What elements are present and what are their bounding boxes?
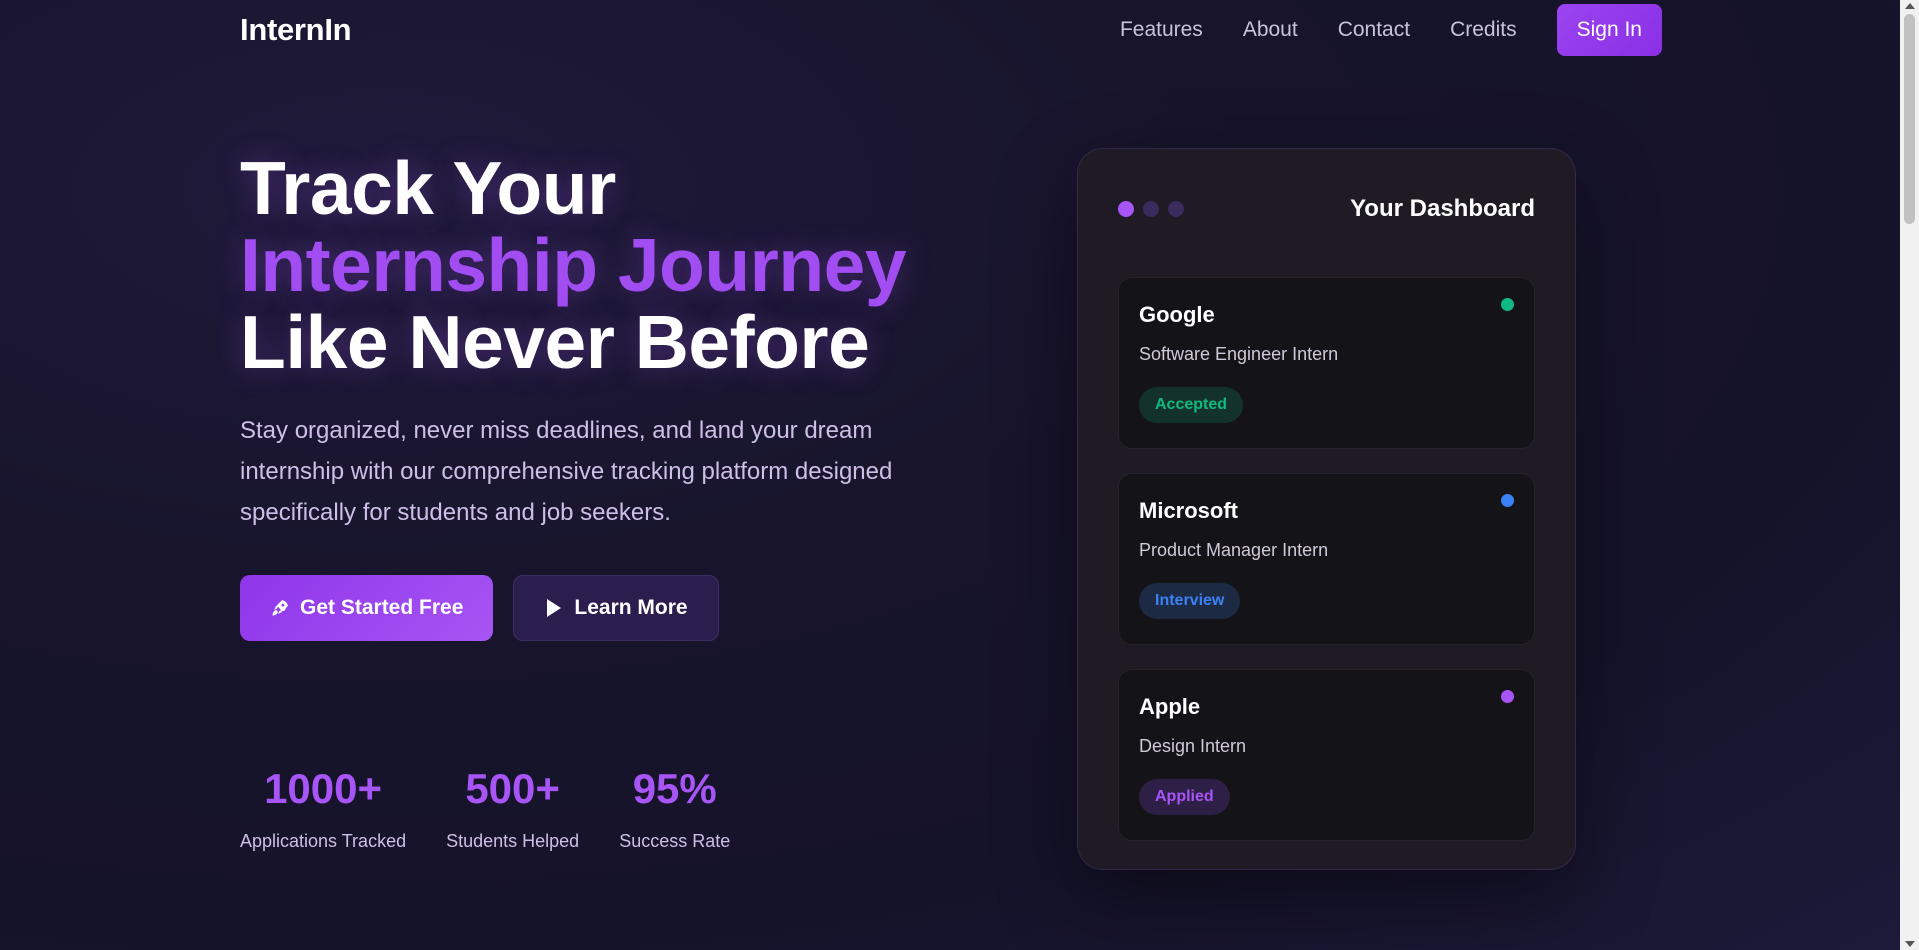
learn-more-button[interactable]: Learn More	[513, 575, 719, 641]
application-card-apple[interactable]: Apple Design Intern Applied	[1118, 669, 1535, 841]
scroll-up-arrow-icon[interactable]	[1905, 3, 1915, 9]
stat-applications: 1000+ Applications Tracked	[240, 765, 406, 852]
stat-value: 500+	[465, 765, 560, 812]
status-dot-icon	[1501, 298, 1514, 311]
scrollbar-thumb[interactable]	[1904, 14, 1915, 224]
company-name: Microsoft	[1139, 498, 1238, 523]
page-scrollbar[interactable]	[1900, 0, 1919, 950]
top-nav: InternIn Features About Contact Credits …	[240, 0, 1662, 60]
hero-title: Track Your Internship Journey Like Never…	[240, 146, 907, 384]
status-badge: Applied	[1139, 779, 1230, 815]
landing-page: InternIn Features About Contact Credits …	[0, 0, 1900, 950]
sign-in-button[interactable]: Sign In	[1556, 4, 1662, 56]
nav-link-credits[interactable]: Credits	[1450, 18, 1517, 42]
window-dot-icon	[1143, 201, 1159, 217]
hero-title-line-2: Internship Journey	[240, 223, 907, 307]
get-started-label: Get Started Free	[300, 596, 464, 619]
stat-success-rate: 95% Success Rate	[619, 765, 730, 852]
stats-row: 1000+ Applications Tracked 500+ Students…	[240, 765, 730, 852]
window-dots	[1118, 201, 1184, 217]
status-dot-icon	[1501, 690, 1514, 703]
nav-link-about[interactable]: About	[1243, 18, 1298, 42]
stat-students: 500+ Students Helped	[446, 765, 579, 852]
role-title: Software Engineer Intern	[1139, 344, 1339, 364]
rocket-icon	[270, 598, 290, 618]
status-badge: Interview	[1139, 583, 1241, 619]
brand-logo[interactable]: InternIn	[240, 12, 352, 48]
nav-link-features[interactable]: Features	[1120, 18, 1203, 42]
hero-title-line-1: Track Your	[240, 146, 616, 230]
application-card-microsoft[interactable]: Microsoft Product Manager Intern Intervi…	[1118, 473, 1535, 645]
hero-description: Stay organized, never miss deadlines, an…	[240, 417, 893, 526]
stat-label: Students Helped	[446, 831, 580, 851]
role-title: Design Intern	[1139, 736, 1247, 756]
application-card-google[interactable]: Google Software Engineer Intern Accepted	[1118, 277, 1535, 449]
play-icon	[544, 598, 564, 618]
stat-value: 1000+	[264, 765, 383, 812]
stat-label: Success Rate	[619, 831, 731, 851]
stat-label: Applications Tracked	[240, 831, 407, 851]
window-dot-icon	[1118, 201, 1134, 217]
learn-more-label: Learn More	[574, 596, 688, 619]
nav-links: Features About Contact Credits Sign In	[1120, 4, 1662, 56]
stat-value: 95%	[632, 765, 717, 812]
scroll-down-arrow-icon[interactable]	[1905, 941, 1915, 947]
window-dot-icon	[1168, 201, 1184, 217]
status-dot-icon	[1501, 494, 1514, 507]
company-name: Google	[1139, 302, 1215, 327]
nav-link-contact[interactable]: Contact	[1338, 18, 1410, 42]
status-badge: Accepted	[1139, 387, 1244, 423]
dashboard-title: Your Dashboard	[1350, 195, 1535, 222]
get-started-button[interactable]: Get Started Free	[240, 575, 494, 641]
dashboard-header: Your Dashboard	[1118, 189, 1535, 229]
cta-row: Get Started Free Learn More	[240, 575, 719, 641]
hero-title-line-3: Like Never Before	[240, 300, 870, 384]
role-title: Product Manager Intern	[1139, 540, 1329, 560]
company-name: Apple	[1139, 694, 1201, 719]
dashboard-preview-card: Your Dashboard Google Software Engineer …	[1077, 148, 1576, 870]
